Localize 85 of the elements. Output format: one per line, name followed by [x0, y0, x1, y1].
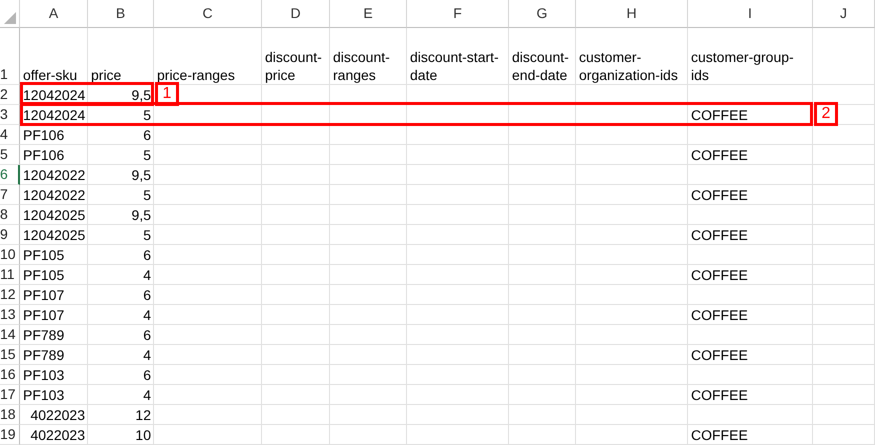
- table-cell: 6: [143, 366, 151, 384]
- table-cell: 6: [143, 246, 151, 264]
- table-cell: 6: [143, 286, 151, 304]
- table-cell: 5: [143, 146, 151, 164]
- table-cell: 4: [143, 386, 151, 404]
- row-header[interactable]: 7: [0, 185, 20, 205]
- column-header[interactable]: A: [20, 0, 88, 28]
- table-cell: 12: [135, 406, 151, 424]
- table-cell: price: [91, 66, 122, 84]
- table-cell: 5: [143, 226, 151, 244]
- row-header[interactable]: 1: [0, 28, 20, 85]
- column-header[interactable]: D: [262, 0, 330, 28]
- table-cell: 10: [135, 426, 151, 444]
- row-header[interactable]: 10: [0, 245, 20, 265]
- table-cell: 4: [143, 306, 151, 324]
- column-header[interactable]: G: [509, 0, 576, 28]
- table-cell: PF105: [23, 246, 64, 264]
- table-cell: PF789: [23, 346, 64, 364]
- table-cell: PF103: [23, 386, 64, 404]
- table-cell: 6: [143, 326, 151, 344]
- table-cell: PF107: [23, 306, 64, 324]
- table-cell: 9,5: [132, 86, 151, 104]
- table-cell: 4: [143, 266, 151, 284]
- table-cell: 12042025: [23, 226, 86, 244]
- table-cell: COFFEE: [691, 106, 748, 124]
- table-cell-text: customer-organization-ids: [579, 48, 679, 84]
- table-cell: PF789: [23, 326, 64, 344]
- table-cell: 5: [143, 106, 151, 124]
- table-cell-text: customer-group-ids: [691, 48, 795, 84]
- table-cell: 5: [143, 186, 151, 204]
- callout-label: 2: [814, 102, 838, 126]
- table-cell: COFFEE: [691, 226, 748, 244]
- table-cell: 9,5: [132, 206, 151, 224]
- table-cell: 4022023: [30, 426, 85, 444]
- row-header[interactable]: 17: [0, 385, 20, 405]
- table-cell: COFFEE: [691, 266, 748, 284]
- row-header[interactable]: 5: [0, 145, 20, 165]
- table-cell: PF106: [23, 126, 64, 144]
- table-cell: 12042024: [23, 106, 86, 124]
- table-cell: 12042022: [23, 166, 86, 184]
- table-cell: 4022023: [30, 406, 85, 424]
- table-cell: offer-sku: [23, 66, 78, 84]
- row-header[interactable]: 13: [0, 305, 20, 325]
- table-cell: COFFEE: [691, 346, 748, 364]
- row-header[interactable]: 14: [0, 325, 20, 345]
- table-cell: 12042025: [23, 206, 86, 224]
- row-header[interactable]: 2: [0, 85, 20, 105]
- row-header[interactable]: 11: [0, 265, 20, 285]
- row-header[interactable]: 4: [0, 125, 20, 145]
- row-header[interactable]: 12: [0, 285, 20, 305]
- select-all-icon[interactable]: [4, 12, 16, 24]
- table-cell: 9,5: [132, 166, 151, 184]
- row-header[interactable]: 15: [0, 345, 20, 365]
- row-header[interactable]: 18: [0, 405, 20, 425]
- table-cell: PF106: [23, 146, 64, 164]
- table-cell: COFFEE: [691, 306, 748, 324]
- table-cell: PF105: [23, 266, 64, 284]
- column-header[interactable]: H: [576, 0, 688, 28]
- table-cell: COFFEE: [691, 386, 748, 404]
- row-header[interactable]: 16: [0, 365, 20, 385]
- row-header[interactable]: 19: [0, 425, 20, 445]
- column-header[interactable]: B: [88, 0, 154, 28]
- row-header[interactable]: 6: [0, 165, 20, 185]
- column-header[interactable]: C: [154, 0, 262, 28]
- row-header[interactable]: 9: [0, 225, 20, 245]
- table-cell: PF103: [23, 366, 64, 384]
- table-cell-text: discount-ranges: [333, 48, 391, 84]
- table-cell: price-ranges: [157, 66, 235, 84]
- table-cell: 12042024: [23, 86, 86, 104]
- table-cell: discount-end-date: [512, 48, 570, 84]
- row-header[interactable]: 8: [0, 205, 20, 225]
- table-cell: COFFEE: [691, 146, 748, 164]
- column-header[interactable]: E: [330, 0, 407, 28]
- column-header[interactable]: I: [688, 0, 813, 28]
- table-cell: COFFEE: [691, 186, 748, 204]
- table-cell: 4: [143, 346, 151, 364]
- table-cell: 6: [143, 126, 151, 144]
- table-cell: 12042022: [23, 186, 86, 204]
- table-cell: PF107: [23, 286, 64, 304]
- table-cell-text: discount-price: [265, 48, 323, 84]
- row-header[interactable]: 3: [0, 105, 20, 125]
- table-cell-text: discount-start-date: [410, 48, 500, 84]
- table-cell: COFFEE: [691, 426, 748, 444]
- column-header[interactable]: J: [813, 0, 875, 28]
- column-header[interactable]: F: [407, 0, 509, 28]
